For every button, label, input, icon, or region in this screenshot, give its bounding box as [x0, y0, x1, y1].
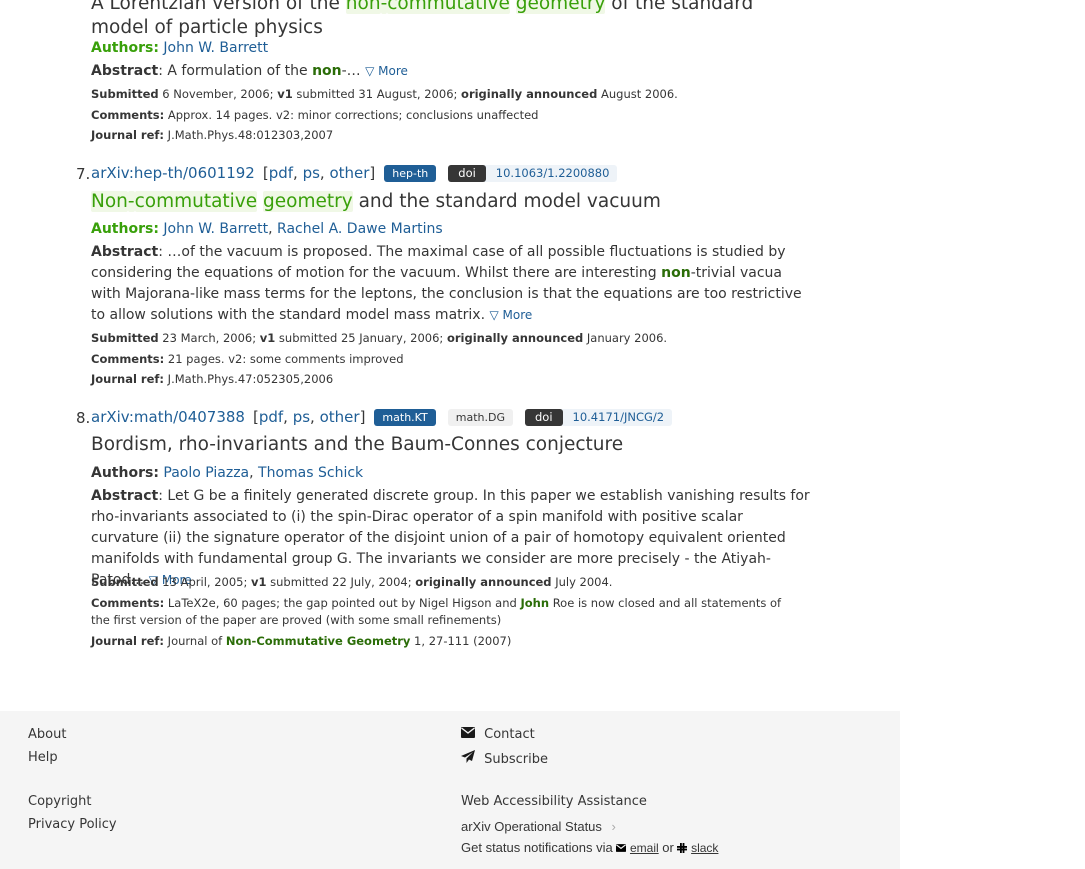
paper-plane-icon [461, 750, 476, 767]
subscribe-link[interactable]: Subscribe [484, 752, 548, 767]
footer: About Help Copyright Privacy Policy Cont… [0, 711, 900, 869]
journal-ref: Journal ref: J.Math.Phys.47:052305,2006 [91, 372, 334, 386]
author-link[interactable]: Thomas Schick [258, 465, 363, 481]
author-link[interactable]: John W. Barrett [163, 221, 268, 237]
pdf-link[interactable]: pdf [269, 164, 293, 182]
contact-link[interactable]: Contact [484, 727, 535, 742]
authors: Authors: John W. Barrett, Rachel A. Dawe… [91, 221, 443, 237]
envelope-icon [616, 840, 627, 855]
id-line: arXiv:math/0407388 [pdf, ps, other] math… [91, 407, 673, 427]
primary-category-tag[interactable]: math.KT [374, 408, 436, 426]
ps-link[interactable]: ps [303, 164, 320, 182]
help-link[interactable]: Help [28, 750, 58, 765]
doi-link[interactable]: 10.4171/JNCG/2 [563, 410, 673, 425]
doi-label: doi [524, 408, 563, 426]
submission-info: Submitted 23 March, 2006; v1 submitted 2… [91, 331, 668, 345]
arxiv-id-link[interactable]: arXiv:math/0407388 [91, 407, 245, 427]
doi-link[interactable]: 10.1063/1.2200880 [486, 166, 618, 181]
more-toggle[interactable]: ▽ More [489, 308, 532, 322]
author-link[interactable]: John W. Barrett [163, 40, 268, 56]
doi-badge: doi 10.4171/JNCG/2 [524, 408, 673, 426]
paper-title: Bordism, rho-invariants and the Baum-Con… [91, 434, 624, 455]
result-number: 8. [76, 409, 91, 427]
slack-notification-link[interactable]: slack [691, 841, 718, 855]
journal-ref: Journal ref: Journal of Non-Commutative … [91, 634, 512, 648]
chevron-right-icon: › [611, 819, 616, 834]
author-link[interactable]: Rachel A. Dawe Martins [277, 221, 443, 237]
slack-icon [677, 840, 688, 855]
author-link[interactable]: Paolo Piazza [163, 465, 249, 481]
abstract: Abstract: …of the vacuum is proposed. Th… [91, 244, 802, 323]
paper-title: A Lorentzian version of the non-commutat… [91, 0, 811, 40]
other-link[interactable]: other [329, 164, 369, 182]
authors: Authors: John W. Barrett [91, 40, 269, 56]
ps-link[interactable]: ps [293, 408, 310, 426]
about-link[interactable]: About [28, 727, 66, 742]
contact-item[interactable]: Contact [461, 727, 535, 742]
arxiv-id-link[interactable]: arXiv:hep-th/0601192 [91, 163, 255, 183]
submission-info: Submitted 13 April, 2005; v1 submitted 2… [91, 575, 613, 589]
doi-badge: doi 10.1063/1.2200880 [448, 164, 618, 182]
format-links: [pdf, ps, other] [262, 164, 376, 182]
abstract: Abstract: A formulation of the non-… ▽ M… [91, 63, 408, 79]
id-line: arXiv:hep-th/0601192 [pdf, ps, other] he… [91, 163, 618, 183]
format-links: [pdf, ps, other] [252, 408, 366, 426]
primary-category-tag[interactable]: hep-th [384, 164, 437, 182]
copyright-link[interactable]: Copyright [28, 794, 92, 809]
submission-info: Submitted 6 November, 2006; v1 submitted… [91, 87, 678, 101]
status-notifications: Get status notifications via email or sl… [461, 840, 719, 855]
paper-title: Non-commutative geometry and the standar… [91, 191, 661, 212]
web-accessibility-link[interactable]: Web Accessibility Assistance [461, 794, 647, 809]
email-notification-link[interactable]: email [630, 841, 659, 855]
pdf-link[interactable]: pdf [259, 408, 283, 426]
result-number: 7. [76, 165, 91, 183]
doi-label: doi [448, 164, 486, 182]
comments: Comments: 21 pages. v2: some comments im… [91, 352, 404, 366]
comments: Comments: Approx. 14 pages. v2: minor co… [91, 108, 539, 122]
status-link[interactable]: arXiv Operational Status [461, 819, 602, 834]
secondary-category-tag[interactable]: math.DG [447, 408, 513, 426]
subscribe-item[interactable]: Subscribe [461, 750, 548, 767]
comments: Comments: LaTeX2e, 60 pages; the gap poi… [91, 596, 782, 627]
privacy-policy-link[interactable]: Privacy Policy [28, 817, 117, 832]
authors: Authors: Paolo Piazza, Thomas Schick [91, 465, 364, 481]
other-link[interactable]: other [320, 408, 360, 426]
operational-status[interactable]: arXiv Operational Status › [461, 819, 616, 834]
journal-ref: Journal ref: J.Math.Phys.48:012303,2007 [91, 128, 334, 142]
envelope-icon [461, 727, 476, 742]
more-toggle[interactable]: ▽ More [365, 64, 408, 78]
